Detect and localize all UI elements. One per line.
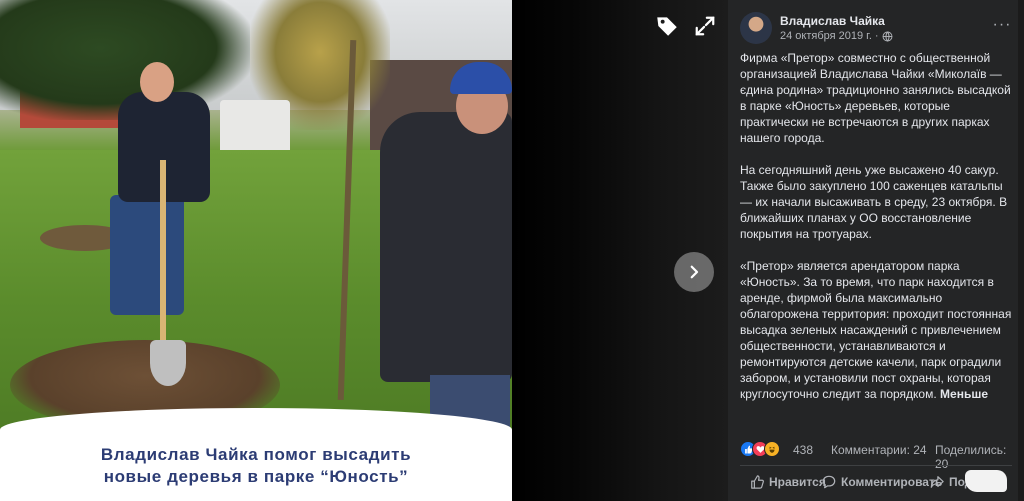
photo-wall (220, 100, 290, 155)
haha-reaction-icon (764, 441, 780, 457)
photo-viewer: Владислав Чайка помог высадить новые дер… (0, 0, 728, 501)
photo-person1-head (140, 62, 174, 102)
post-paragraph-3: «Претор» является арендатором парка «Юно… (740, 258, 1012, 402)
post-paragraph-2: На сегодняшний день уже высажено 40 саку… (740, 163, 1008, 241)
next-photo-button[interactable] (674, 252, 714, 292)
tag-icon (657, 17, 677, 36)
share-icon (930, 476, 944, 488)
photo-shovel-handle (160, 160, 166, 350)
redaction-patch (965, 470, 1007, 492)
reactions-row: 438 Комментарии: 24 Поделились: 20 (740, 441, 1012, 471)
post-paragraph-3-text: «Претор» является арендатором парка «Юно… (740, 259, 1012, 401)
scrollbar[interactable] (1018, 0, 1024, 501)
photo-caption-banner: Владислав Чайка помог высадить новые дер… (0, 408, 512, 501)
comment-icon (822, 475, 836, 489)
comments-count[interactable]: Комментарии: 24 (831, 443, 927, 457)
chevron-right-icon (690, 265, 699, 279)
post-date[interactable]: 24 октября 2019 г. (780, 30, 872, 42)
avatar[interactable] (740, 12, 772, 44)
divider (740, 465, 1012, 466)
see-less-link[interactable]: Меньше (940, 387, 988, 401)
viewer-background (512, 0, 728, 501)
like-button[interactable]: Нравится (750, 475, 826, 489)
post-actions: Нравится Комментировать Подел (740, 470, 1012, 496)
photo-caption: Владислав Чайка помог высадить новые дер… (100, 444, 412, 486)
post-body: Фирма «Претор» совместно с общественной … (740, 50, 1012, 418)
comment-label: Комментировать (841, 475, 943, 489)
globe-icon[interactable] (882, 31, 893, 42)
fullscreen-button[interactable] (690, 11, 720, 41)
comment-button[interactable]: Комментировать (822, 475, 942, 489)
meta-separator: · (874, 30, 879, 42)
more-options-button[interactable]: ··· (992, 17, 1012, 38)
post-photo[interactable]: Владислав Чайка помог высадить новые дер… (0, 0, 512, 501)
reactions-count[interactable]: 438 (793, 443, 813, 457)
like-label: Нравится (769, 475, 826, 489)
reaction-icons[interactable] (740, 441, 780, 457)
tag-button[interactable] (652, 11, 682, 41)
post-paragraph-1: Фирма «Претор» совместно с общественной … (740, 51, 1011, 145)
author-name[interactable]: Владислав Чайка (780, 14, 885, 28)
thumbs-up-icon (751, 475, 764, 489)
post-panel: Владислав Чайка 24 октября 2019 г. · ···… (728, 0, 1018, 501)
expand-icon (695, 16, 715, 36)
photo-shovel-blade (150, 340, 186, 386)
photo-person2-body (380, 112, 512, 382)
shares-count[interactable]: Поделились: 20 (935, 443, 1012, 471)
post-meta: 24 октября 2019 г. · (780, 30, 893, 42)
photo-person1-legs (110, 195, 184, 315)
post-header: Владислав Чайка 24 октября 2019 г. · ··· (740, 12, 1010, 46)
